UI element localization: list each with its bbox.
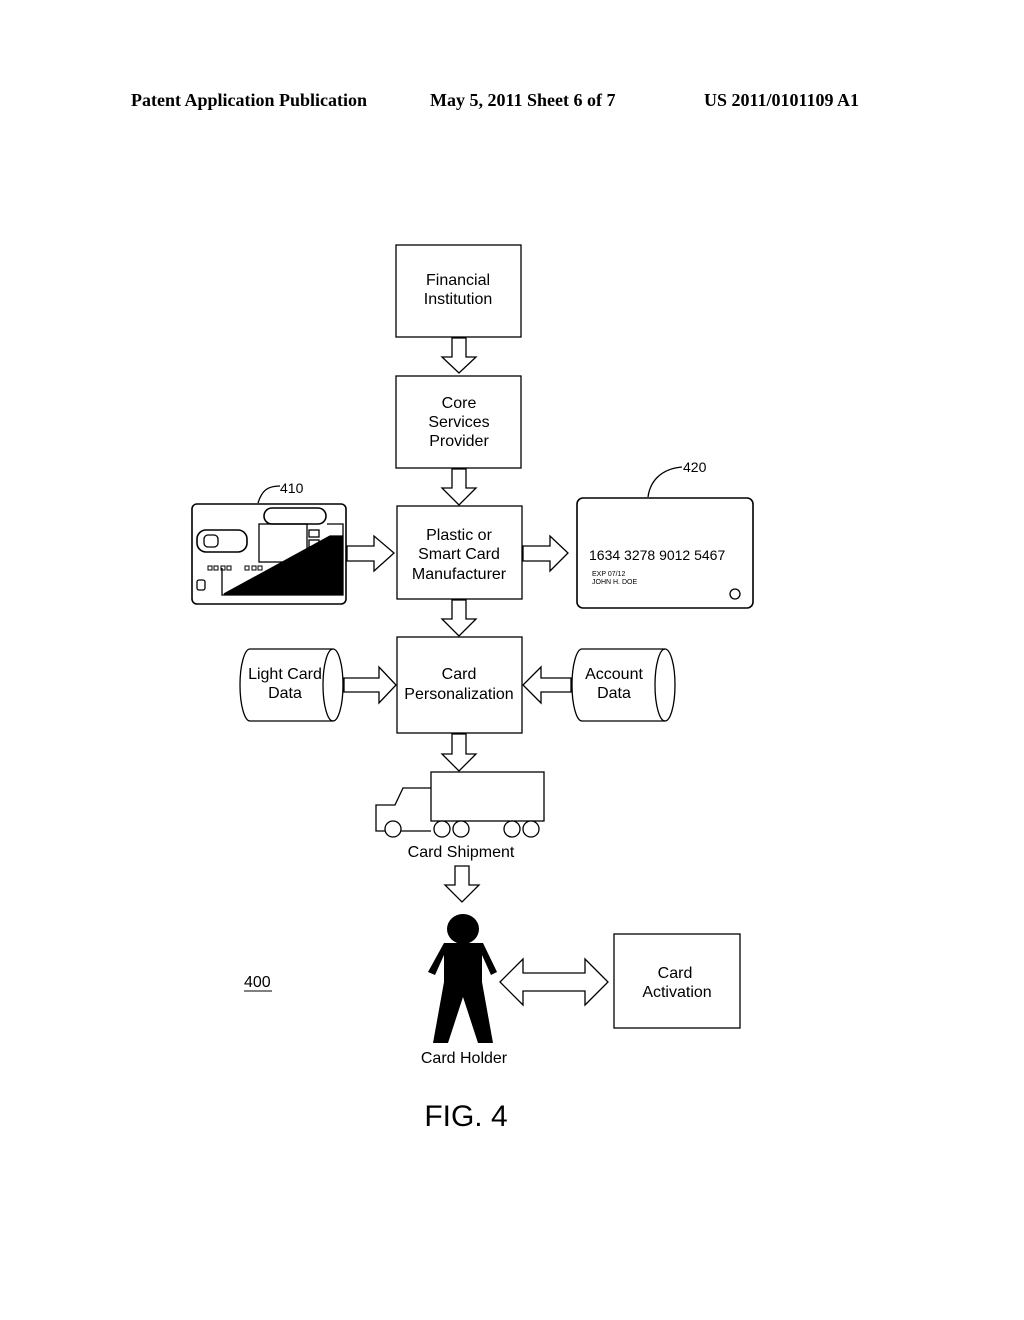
card-holder-icon xyxy=(428,914,497,1043)
account-data-cylinder: Account Data xyxy=(571,648,676,722)
arrow-down-icon xyxy=(440,599,478,637)
account-data-line2: Data xyxy=(597,685,631,702)
card-activation-line1: Card xyxy=(658,965,693,982)
plastic-card-icon: 420 1634 3278 9012 5467 EXP 07/12 JOHN H… xyxy=(576,459,754,609)
financial-institution-box: Financial Institution xyxy=(395,244,522,338)
light-card-data-line2: Data xyxy=(268,685,302,702)
arrow-right-icon xyxy=(522,534,569,573)
arrow-down-icon xyxy=(440,733,478,772)
arrow-left-icon xyxy=(522,665,572,705)
card-activation-box: Card Activation xyxy=(613,933,741,1029)
core-services-box: Core Services Provider xyxy=(395,375,522,469)
manufacturer-line3: Manufacturer xyxy=(412,566,507,583)
arrow-right-icon xyxy=(343,665,397,705)
core-services-line3: Provider xyxy=(429,433,489,450)
ref-420: 420 xyxy=(683,459,707,475)
manufacturer-line2: Smart Card xyxy=(418,546,500,563)
light-card-data-line1: Light Card xyxy=(248,666,322,683)
arrow-down-icon xyxy=(440,468,478,506)
manufacturer-line1: Plastic or xyxy=(426,527,492,544)
arrow-down-icon xyxy=(440,337,478,374)
arrow-right-icon xyxy=(346,534,395,573)
personalization-box: Card Personalization xyxy=(396,636,523,734)
light-card-data-cylinder: Light Card Data xyxy=(239,648,344,722)
financial-institution-line2: Institution xyxy=(424,291,492,308)
card-holder-label: Card Holder xyxy=(421,1050,508,1067)
core-services-line2: Services xyxy=(428,414,489,431)
card-shipment-label: Card Shipment xyxy=(408,844,515,861)
core-services-line1: Core xyxy=(442,395,477,412)
financial-institution-line1: Financial xyxy=(426,272,490,289)
smart-card-icon: 410 xyxy=(191,480,347,605)
account-data-line1: Account xyxy=(585,666,643,683)
arrow-down-icon xyxy=(443,865,481,903)
double-arrow-icon xyxy=(499,957,609,1007)
figure-label: FIG. 4 xyxy=(424,1100,507,1133)
card-holder-name: JOHN H. DOE xyxy=(592,579,637,586)
ref-410: 410 xyxy=(280,480,304,496)
personalization-line2: Personalization xyxy=(404,686,513,703)
ref-400: 400 xyxy=(244,974,271,991)
personalization-line1: Card xyxy=(442,666,477,683)
card-activation-line2: Activation xyxy=(642,984,711,1001)
truck-icon xyxy=(375,771,545,838)
card-number: 1634 3278 9012 5467 xyxy=(589,547,725,563)
manufacturer-box: Plastic or Smart Card Manufacturer xyxy=(396,505,523,600)
flow-diagram: Financial Institution Core Services Prov… xyxy=(191,244,754,1133)
card-expiry: EXP 07/12 xyxy=(592,571,625,578)
